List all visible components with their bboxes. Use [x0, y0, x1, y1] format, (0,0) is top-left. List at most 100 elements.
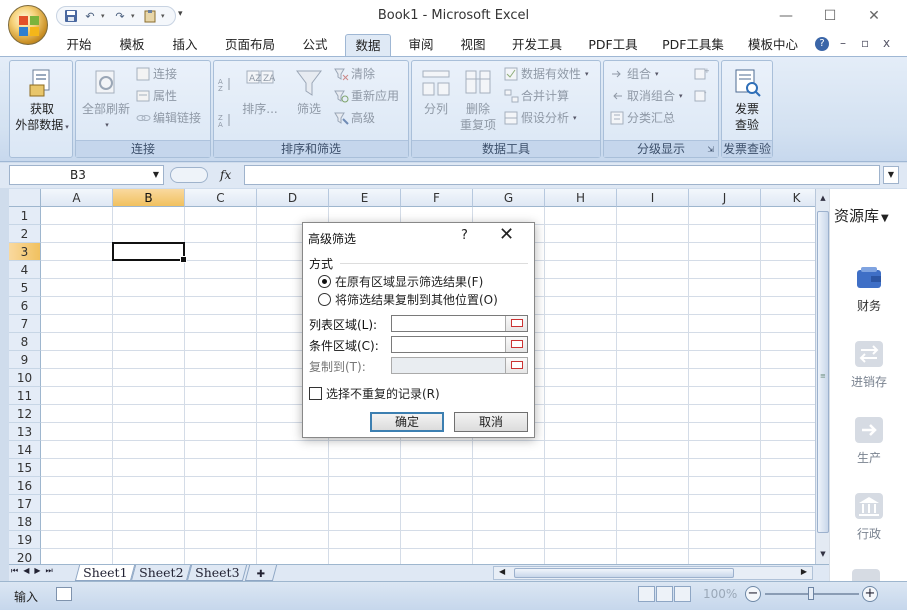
row-header-2[interactable]: 2 — [9, 225, 41, 243]
sort-button[interactable]: AZ ZA 排序... — [240, 63, 280, 117]
dialog-close-button[interactable]: ✕ — [499, 225, 514, 245]
zoom-level[interactable]: 100% — [703, 587, 737, 601]
ribbon-restore-button[interactable]: ▫ — [861, 36, 869, 50]
side-item-inventory[interactable]: 进销存 — [844, 341, 894, 390]
side-item-admin[interactable]: 行政 — [844, 493, 894, 542]
list-range-picker-icon[interactable] — [505, 316, 527, 331]
what-if-analysis-button[interactable]: 假设分析 ▾ — [504, 109, 577, 127]
sheet-nav-arrows[interactable]: ⏮◀▶⏭ — [11, 566, 58, 576]
sort-descending-button[interactable]: ZA — [218, 111, 233, 129]
row-header-6[interactable]: 6 — [9, 297, 41, 315]
page-break-view-icon[interactable] — [674, 586, 691, 602]
horizontal-scroll-thumb[interactable] — [514, 568, 734, 578]
row-header-19[interactable]: 19 — [9, 531, 41, 549]
office-button[interactable] — [8, 5, 48, 45]
row-header-15[interactable]: 15 — [9, 459, 41, 477]
row-header-12[interactable]: 12 — [9, 405, 41, 423]
row-header-5[interactable]: 5 — [9, 279, 41, 297]
cancel-button[interactable]: 取消 — [454, 412, 528, 432]
insert-function-button[interactable]: fx — [220, 165, 231, 185]
vertical-scroll-thumb[interactable]: ≡ — [817, 211, 829, 533]
radio-copy-to-location-dot[interactable] — [318, 293, 331, 306]
ribbon-close-button[interactable]: x — [883, 36, 890, 50]
properties-button[interactable]: 属性 — [136, 87, 177, 105]
resource-panel-title[interactable]: 资源库 ▼ — [834, 205, 889, 226]
normal-view-icon[interactable] — [638, 586, 655, 602]
zoom-in-button[interactable]: + — [862, 586, 878, 602]
edit-links-button[interactable]: 编辑链接 — [136, 109, 201, 127]
criteria-range-picker-icon[interactable] — [505, 337, 527, 352]
column-header-a[interactable]: A — [41, 189, 113, 207]
column-header-b[interactable]: B — [113, 189, 185, 207]
dialog-help-button[interactable]: ? — [461, 228, 468, 243]
tab-formulas[interactable]: 公式 — [295, 34, 335, 56]
zoom-slider-knob[interactable] — [808, 587, 814, 600]
row-header-3[interactable]: 3 — [9, 243, 41, 261]
column-header-f[interactable]: F — [401, 189, 473, 207]
column-header-e[interactable]: E — [329, 189, 401, 207]
row-header-18[interactable]: 18 — [9, 513, 41, 531]
row-header-1[interactable]: 1 — [9, 207, 41, 225]
text-to-columns-button[interactable]: 分列 — [416, 63, 456, 117]
sort-ascending-button[interactable]: AZ — [218, 75, 233, 93]
name-box[interactable]: B3 ▼ — [9, 165, 164, 185]
scroll-down-icon[interactable]: ▼ — [817, 547, 829, 561]
tab-start[interactable]: 开始 — [60, 34, 98, 56]
ungroup-button[interactable]: 取消组合 ▾ — [610, 87, 683, 105]
column-header-j[interactable]: J — [689, 189, 761, 207]
tab-insert[interactable]: 插入 — [166, 34, 204, 56]
criteria-range-input[interactable] — [391, 336, 528, 353]
row-header-20[interactable]: 20 — [9, 549, 41, 564]
radio-copy-to-location[interactable]: 将筛选结果复制到其他位置(O) — [318, 291, 498, 308]
scroll-left-icon[interactable]: ◀ — [499, 567, 505, 576]
row-header-10[interactable]: 10 — [9, 369, 41, 387]
row-header-11[interactable]: 11 — [9, 387, 41, 405]
subtotal-button[interactable]: 分类汇总 — [610, 109, 675, 127]
column-header-k[interactable]: K — [761, 189, 815, 207]
get-external-data-button[interactable]: 获取 外部数据 ▾ — [10, 63, 74, 135]
unique-records-box[interactable] — [309, 387, 322, 400]
filter-button[interactable]: 筛选 — [288, 63, 330, 117]
maximize-button[interactable]: ☐ — [816, 6, 844, 26]
tab-template[interactable]: 模板 — [113, 34, 151, 56]
side-item-finance[interactable]: 财务 — [844, 265, 894, 314]
row-header-8[interactable]: 8 — [9, 333, 41, 351]
tab-page-layout[interactable]: 页面布局 — [220, 34, 280, 56]
consolidate-button[interactable]: 合并计算 — [504, 87, 569, 105]
zoom-out-button[interactable]: − — [745, 586, 761, 602]
tab-developer[interactable]: 开发工具 — [505, 34, 569, 56]
advanced-filter-button[interactable]: 高级 — [334, 109, 375, 127]
selected-cell-b3[interactable] — [112, 242, 187, 263]
row-header-13[interactable]: 13 — [9, 423, 41, 441]
tab-template-center[interactable]: 模板中心 — [741, 34, 805, 56]
clear-filter-button[interactable]: 清除 — [334, 65, 375, 83]
page-layout-view-icon[interactable] — [656, 586, 673, 602]
sheet-tab-2[interactable]: Sheet2 — [130, 565, 192, 581]
ok-button[interactable]: 确定 — [370, 412, 444, 432]
select-all-corner[interactable] — [9, 189, 41, 207]
row-header-9[interactable]: 9 — [9, 351, 41, 369]
group-button[interactable]: 组合 ▾ — [610, 65, 659, 83]
tab-pdf-toolset[interactable]: PDF工具集 — [657, 34, 729, 56]
sheet-tab-3[interactable]: Sheet3 — [186, 565, 248, 581]
row-header-16[interactable]: 16 — [9, 477, 41, 495]
scroll-right-icon[interactable]: ▶ — [801, 567, 807, 576]
reapply-button[interactable]: 重新应用 — [334, 87, 399, 105]
macro-record-icon[interactable] — [56, 587, 72, 601]
connections-button[interactable]: 连接 — [136, 65, 177, 83]
formula-divider-handle[interactable] — [170, 167, 208, 183]
name-box-dropdown-icon[interactable]: ▼ — [153, 166, 159, 184]
refresh-all-button[interactable]: 全部刷新 ▾ — [78, 63, 134, 133]
row-header-7[interactable]: 7 — [9, 315, 41, 333]
remove-duplicates-button[interactable]: 删除 重复项 — [458, 63, 498, 133]
column-header-i[interactable]: I — [617, 189, 689, 207]
sheet-tab-1[interactable]: Sheet1 — [74, 565, 136, 581]
show-detail-icon[interactable]: + — [694, 65, 709, 83]
copy-to-input[interactable] — [391, 357, 528, 374]
tab-data[interactable]: 数据 — [345, 34, 391, 56]
unique-records-checkbox[interactable]: 选择不重复的记录(R) — [309, 385, 440, 402]
row-header-14[interactable]: 14 — [9, 441, 41, 459]
outline-dialog-launcher-icon[interactable]: ⇲ — [707, 141, 714, 158]
resource-dropdown-icon[interactable]: ▼ — [881, 213, 889, 224]
hide-detail-icon[interactable]: - — [694, 87, 709, 105]
